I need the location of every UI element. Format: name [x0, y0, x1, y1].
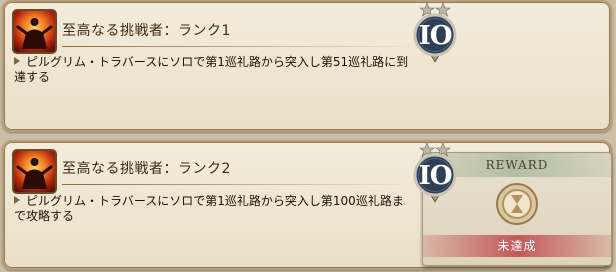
bullet-arrow-icon — [14, 57, 20, 65]
badge-label: IO — [419, 21, 452, 51]
description-text: ピルグリム・トラバースにソロで第1巡礼路から突入し第100巡礼路まで攻略する — [14, 194, 404, 223]
reward-status: 未達成 — [423, 235, 611, 257]
bullet-arrow-icon — [14, 196, 20, 204]
flame-figure-icon — [12, 9, 57, 54]
badge-label: IO — [419, 161, 452, 191]
title-divider — [62, 46, 402, 47]
achievement-card-rank1[interactable]: 至高なる挑戦者：ランク1 ピルグリム・トラバースにソロで第1巡礼路から突入し第5… — [2, 0, 612, 132]
rank-badge: IO — [406, 2, 464, 72]
achievement-list: 至高なる挑戦者：ランク1 ピルグリム・トラバースにソロで第1巡礼路から突入し第5… — [0, 0, 616, 272]
achievement-card-rank2[interactable]: 至高なる挑戦者：ランク2 ピルグリム・トラバースにソロで第1巡礼路から突入し第1… — [2, 140, 612, 270]
title-divider — [62, 184, 402, 185]
hourglass-medal-icon — [495, 182, 539, 230]
rank-badge: IO — [406, 142, 464, 212]
achievement-title: 至高なる挑戦者：ランク2 — [62, 161, 231, 177]
flame-figure-icon — [12, 149, 57, 194]
achievement-description: ピルグリム・トラバースにソロで第1巡礼路から突入し第100巡礼路まで攻略する — [14, 194, 414, 224]
achievement-title: 至高なる挑戦者：ランク1 — [62, 23, 231, 39]
achievement-description: ピルグリム・トラバースにソロで第1巡礼路から突入し第51巡礼路に到達する — [14, 55, 414, 85]
description-text: ピルグリム・トラバースにソロで第1巡礼路から突入し第51巡礼路に到達する — [14, 55, 409, 84]
